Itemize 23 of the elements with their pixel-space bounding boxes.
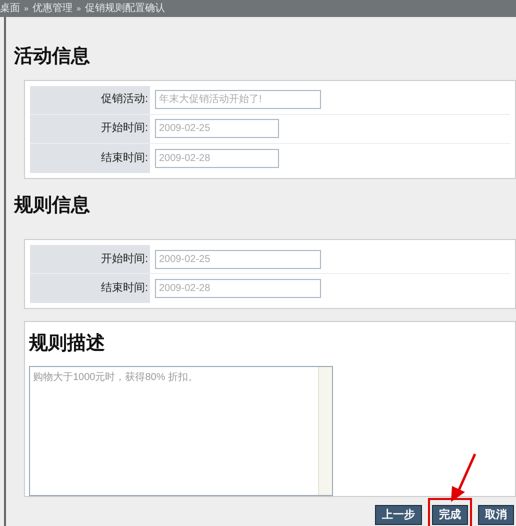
field-label: 开始时间: — [30, 114, 150, 142]
section-heading: 规则信息 — [14, 192, 91, 218]
breadcrumb-link[interactable]: 优惠管理 — [32, 1, 72, 16]
field-label: 结束时间: — [30, 144, 150, 172]
breadcrumb-link[interactable]: 促销规则配置确认 — [84, 1, 165, 16]
input-field[interactable]: 2009-02-28 — [155, 148, 279, 168]
scrollbar[interactable] — [318, 367, 332, 495]
input-field[interactable]: 年末大促销活动开始了! — [155, 90, 321, 109]
breadcrumb-separator: » — [24, 2, 28, 14]
action-button[interactable]: 取消 — [478, 505, 514, 526]
input-field[interactable]: 2009-02-28 — [155, 279, 321, 298]
breadcrumb-separator: » — [76, 2, 81, 14]
action-button[interactable]: 上一步 — [375, 505, 422, 526]
action-button[interactable]: 完成 — [432, 505, 468, 526]
breadcrumb-link[interactable]: 桌面 — [0, 1, 20, 16]
field-label: 促销活动: — [30, 86, 150, 114]
section-heading: 活动信息 — [14, 44, 91, 69]
description-textarea[interactable]: 购物大于1000元时，获得80% 折扣。 — [29, 366, 333, 496]
field-label: 结束时间: — [30, 274, 150, 303]
input-field[interactable]: 2009-02-25 — [155, 250, 321, 268]
field-label: 开始时间: — [30, 245, 150, 273]
section-heading: 规则描述 — [29, 330, 106, 356]
input-field[interactable]: 2009-02-25 — [155, 119, 279, 138]
